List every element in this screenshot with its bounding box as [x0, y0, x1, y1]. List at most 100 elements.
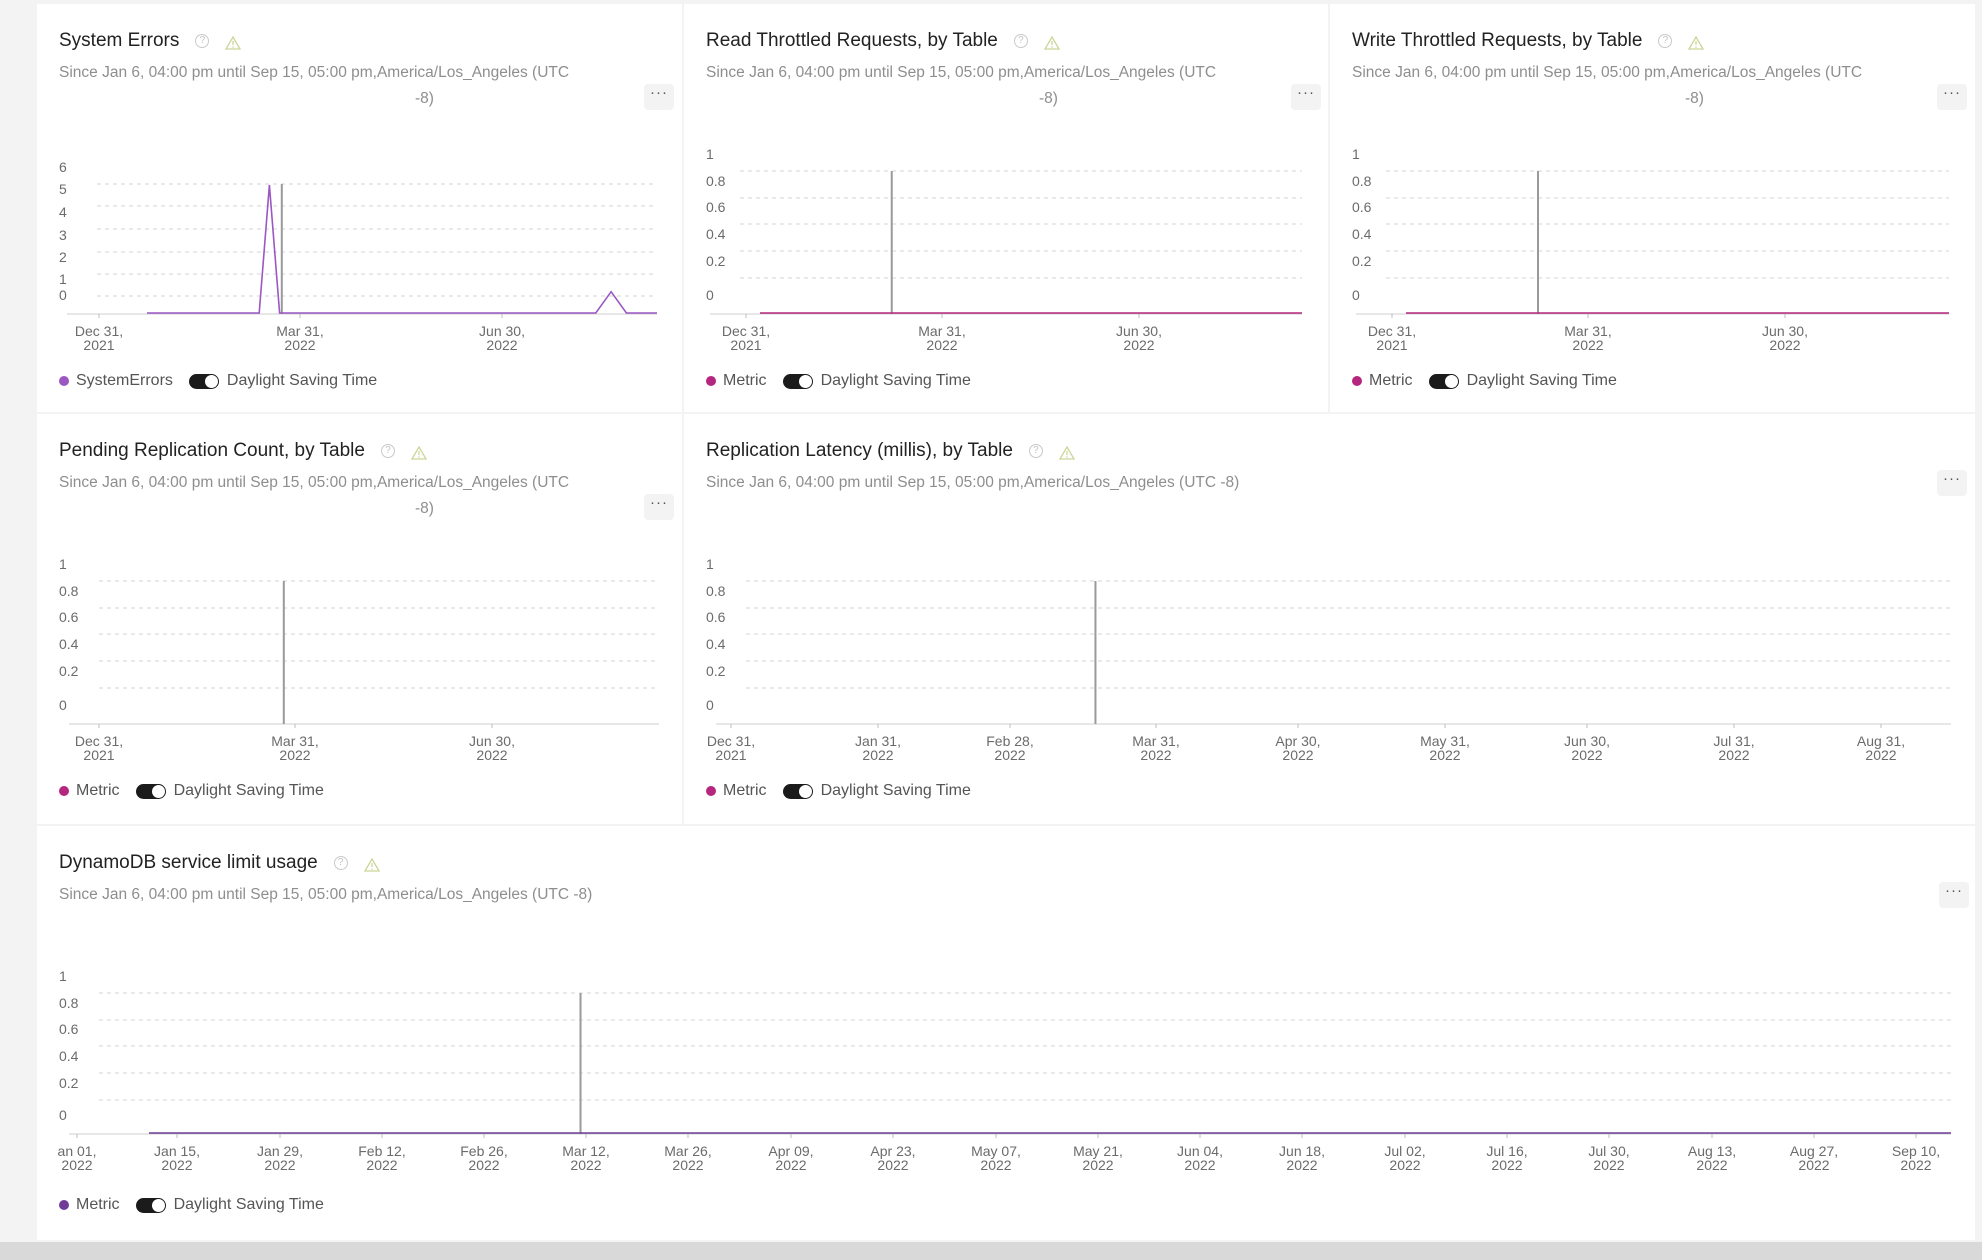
panel-pending-replication: Pending Replication Count, by Table? Sinc…: [37, 414, 682, 824]
x-tick-label: 2022: [1389, 1157, 1420, 1173]
dst-toggle[interactable]: [188, 373, 219, 389]
y-tick-label: 0.8: [59, 583, 79, 599]
series-line[interactable]: [147, 184, 657, 314]
dst-toggle[interactable]: [135, 783, 166, 799]
y-tick-label: 3: [59, 227, 67, 243]
x-tick-label: 2022: [1865, 747, 1896, 763]
x-tick-label: 2022: [1140, 747, 1171, 763]
y-tick-label: 0.4: [59, 1048, 79, 1064]
y-tick-label: 0: [59, 697, 67, 713]
chart-legend: Metric Daylight Saving Time: [59, 1196, 324, 1214]
y-tick-label: 5: [59, 181, 67, 197]
legend-dot-icon: [59, 786, 69, 796]
legend-dot-icon: [1352, 376, 1362, 386]
y-tick-label: 0.4: [1352, 226, 1372, 242]
x-tick-label: 2022: [994, 747, 1025, 763]
x-tick-label: 2022: [1571, 747, 1602, 763]
y-tick-label: 0: [706, 287, 714, 303]
y-tick-label: 4: [59, 204, 67, 220]
x-tick-label: 2022: [980, 1157, 1011, 1173]
legend-series-label[interactable]: Metric: [76, 782, 120, 800]
x-tick-label: 2022: [1123, 337, 1154, 353]
horizontal-scrollbar[interactable]: [0, 1242, 1982, 1260]
chart-legend: Metric Daylight Saving Time: [1352, 372, 1617, 390]
dst-toggle[interactable]: [782, 783, 813, 799]
y-tick-label: 0: [706, 697, 714, 713]
x-tick-label: 2022: [279, 747, 310, 763]
dst-toggle[interactable]: [1428, 373, 1459, 389]
chart-replication-latency: 00.20.40.60.81Dec 31,2021Jan 31,2022Feb …: [706, 556, 1951, 763]
chart-pending-replication: 00.20.40.60.81Dec 31,2021Mar 31,2022Jun …: [59, 556, 659, 763]
x-tick-label: 2022: [366, 1157, 397, 1173]
y-tick-label: 0.6: [706, 199, 726, 215]
dst-label: Daylight Saving Time: [226, 372, 378, 389]
y-tick-label: 1: [59, 271, 67, 287]
y-tick-label: 0.4: [706, 636, 726, 652]
x-tick-label: 2022: [570, 1157, 601, 1173]
x-tick-label: 2022: [1593, 1157, 1624, 1173]
dst-toggle[interactable]: [782, 373, 813, 389]
legend-series-label[interactable]: Metric: [76, 1196, 120, 1214]
panel-system-errors: System Errors? Since Jan 6, 04:00 pm unti…: [37, 4, 682, 412]
y-tick-label: 0.2: [706, 253, 726, 269]
x-tick-label: 2022: [1798, 1157, 1829, 1173]
x-tick-label: 2021: [715, 747, 746, 763]
x-tick-label: 2022: [926, 337, 957, 353]
legend-dot-icon: [59, 1200, 69, 1210]
y-tick-label: 1: [706, 146, 714, 162]
chart-system-errors: 0123456Dec 31,2021Mar 31,2022Jun 30,2022: [59, 159, 657, 353]
legend-series-label[interactable]: Metric: [1369, 372, 1413, 390]
legend-series-label[interactable]: SystemErrors: [76, 372, 173, 390]
panel-read-throttled: Read Throttled Requests, by Table? Since …: [684, 4, 1328, 412]
chart-service-limit: 00.20.40.60.81an 01,2022Jan 15,2022Jan 2…: [58, 968, 1951, 1173]
y-tick-label: 0.2: [706, 663, 726, 679]
x-tick-label: 2022: [1718, 747, 1749, 763]
x-tick-label: 2021: [1376, 337, 1407, 353]
x-tick-label: 2022: [61, 1157, 92, 1173]
x-tick-label: 2022: [1769, 337, 1800, 353]
y-tick-label: 1: [1352, 146, 1360, 162]
y-tick-label: 0.2: [59, 1075, 79, 1091]
dst-label: Daylight Saving Time: [820, 782, 971, 799]
panel-replication-latency: Replication Latency (millis), by Table? S…: [684, 414, 1975, 824]
y-tick-label: 1: [59, 556, 67, 572]
chart-read-throttled: 00.20.40.60.81Dec 31,2021Mar 31,2022Jun …: [706, 146, 1302, 353]
chart-legend: Metric Daylight Saving Time: [706, 782, 971, 800]
x-tick-label: 2022: [1282, 747, 1313, 763]
x-tick-label: 2022: [862, 747, 893, 763]
x-tick-label: 2022: [1572, 337, 1603, 353]
legend-dot-icon: [59, 376, 69, 386]
y-tick-label: 0.8: [706, 583, 726, 599]
dashboard: System Errors? Since Jan 6, 04:00 pm unti…: [0, 0, 1982, 1260]
y-tick-label: 0.6: [706, 609, 726, 625]
x-tick-label: 2021: [730, 337, 761, 353]
x-tick-label: 2022: [1286, 1157, 1317, 1173]
x-tick-label: 2021: [83, 747, 114, 763]
x-tick-label: 2022: [1491, 1157, 1522, 1173]
y-tick-label: 0.4: [706, 226, 726, 242]
legend-series-label[interactable]: Metric: [723, 372, 767, 390]
x-tick-label: 2022: [284, 337, 315, 353]
x-tick-label: 2022: [672, 1157, 703, 1173]
legend-series-label[interactable]: Metric: [723, 782, 767, 800]
x-tick-label: 2022: [1900, 1157, 1931, 1173]
x-tick-label: 2022: [1184, 1157, 1215, 1173]
y-tick-label: 0.8: [1352, 173, 1372, 189]
dst-label: Daylight Saving Time: [1466, 372, 1617, 389]
dst-label: Daylight Saving Time: [173, 1196, 324, 1213]
y-tick-label: 0.6: [1352, 199, 1372, 215]
chart-write-throttled: 00.20.40.60.81Dec 31,2021Mar 31,2022Jun …: [1352, 146, 1949, 353]
y-tick-label: 0.2: [59, 663, 79, 679]
dst-label: Daylight Saving Time: [820, 372, 971, 389]
chart-legend: Metric Daylight Saving Time: [706, 372, 971, 390]
y-tick-label: 0.8: [59, 995, 79, 1011]
x-tick-label: 2022: [877, 1157, 908, 1173]
y-tick-label: 0.6: [59, 609, 79, 625]
y-tick-label: 1: [706, 556, 714, 572]
legend-dot-icon: [706, 376, 716, 386]
panel-write-throttled: Write Throttled Requests, by Table? Since…: [1330, 4, 1975, 412]
x-tick-label: 2022: [468, 1157, 499, 1173]
x-tick-label: 2022: [486, 337, 517, 353]
dst-toggle[interactable]: [135, 1197, 166, 1213]
dst-label: Daylight Saving Time: [173, 782, 324, 799]
